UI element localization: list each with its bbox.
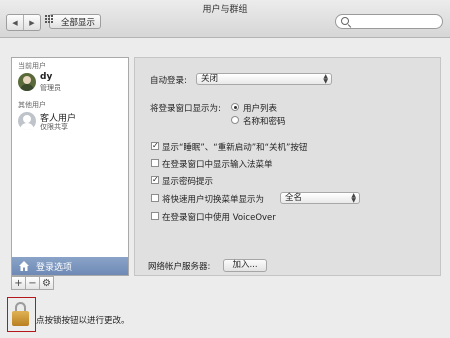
radio-name-password-label: 名称和密码 [243, 117, 286, 127]
house-icon [19, 261, 29, 271]
auto-login-popup[interactable]: 关闭 ▲ ▼ [196, 73, 332, 85]
add-user-button[interactable]: + [11, 276, 26, 290]
show-all-button[interactable]: 全部显示 [49, 14, 101, 29]
login-options-panel: 自动登录: 关闭 ▲ ▼ 将登录窗口显示为: 用户列表 名称和密码 ✓ 显示“睡眠… [134, 57, 441, 276]
show-password-hints-label: 显示密码提示 [162, 177, 214, 187]
show-buttons-checkbox[interactable]: ✓ [151, 142, 159, 150]
show-input-menu-checkbox[interactable] [151, 159, 159, 167]
login-options-label: 登录选项 [36, 263, 73, 273]
auto-login-label: 自动登录: [150, 76, 187, 86]
user-avatar [18, 73, 36, 91]
gear-icon[interactable]: ⚙ [39, 276, 54, 290]
other-users-heading: 其他用户 [18, 101, 46, 109]
back-icon[interactable]: ◀ [7, 15, 23, 30]
sidebar-toolbar: + − ⚙ [11, 276, 54, 290]
display-login-label: 将登录窗口显示为: [150, 104, 221, 114]
auto-login-value: 关闭 [201, 74, 219, 84]
guest-role: 仅限共享 [40, 123, 68, 131]
search-input[interactable] [335, 14, 443, 29]
show-buttons-label: 显示“睡眠”、“重新启动”和“关机”按钮 [162, 143, 308, 153]
forward-icon[interactable]: ▶ [23, 15, 40, 30]
nav-buttons: ◀ ▶ [6, 14, 41, 31]
users-sidebar: 当前用户 dy 管理员 其他用户 客人用户 仅限共享 登录选项 [11, 57, 129, 276]
radio-user-list-label: 用户列表 [243, 104, 278, 114]
fast-switch-checkbox[interactable] [151, 194, 159, 202]
current-users-heading: 当前用户 [18, 62, 46, 70]
show-password-hints-checkbox[interactable]: ✓ [151, 176, 159, 184]
user-role: 管理员 [40, 84, 61, 92]
network-server-label: 网络帐户服务器: [148, 262, 211, 272]
user-row-guest[interactable]: 客人用户 仅限共享 [12, 110, 128, 134]
guest-avatar [18, 112, 36, 130]
radio-user-list[interactable] [231, 103, 239, 111]
show-all-label: 全部显示 [60, 17, 95, 28]
lock-hint-text: 点按锁按钮以进行更改。 [36, 316, 130, 326]
fast-switch-value: 全名 [285, 193, 303, 203]
lock-button[interactable] [7, 297, 36, 332]
popup-arrows-icon: ▲ ▼ [351, 192, 356, 204]
user-name: dy [40, 72, 53, 82]
fast-switch-label: 将快速用户切换菜单显示为 [162, 195, 265, 205]
fast-switch-popup[interactable]: 全名 ▲ ▼ [280, 192, 360, 204]
show-input-menu-label: 在登录窗口中显示输入法菜单 [162, 160, 273, 170]
window-titlebar: 用户与群组 ◀ ▶ 全部显示 [0, 0, 450, 38]
login-options-item[interactable]: 登录选项 [12, 257, 128, 275]
join-button[interactable]: 加入... [223, 259, 267, 272]
radio-name-password[interactable] [231, 116, 239, 124]
voiceover-checkbox[interactable] [151, 212, 159, 220]
popup-arrows-icon: ▲ ▼ [323, 73, 328, 85]
remove-user-button[interactable]: − [25, 276, 40, 290]
voiceover-label: 在登录窗口中使用 VoiceOver [162, 213, 276, 223]
grid-icon [45, 15, 53, 23]
lock-icon [12, 311, 29, 326]
user-row-dy[interactable]: dy 管理员 [12, 71, 128, 95]
search-icon [341, 17, 349, 25]
